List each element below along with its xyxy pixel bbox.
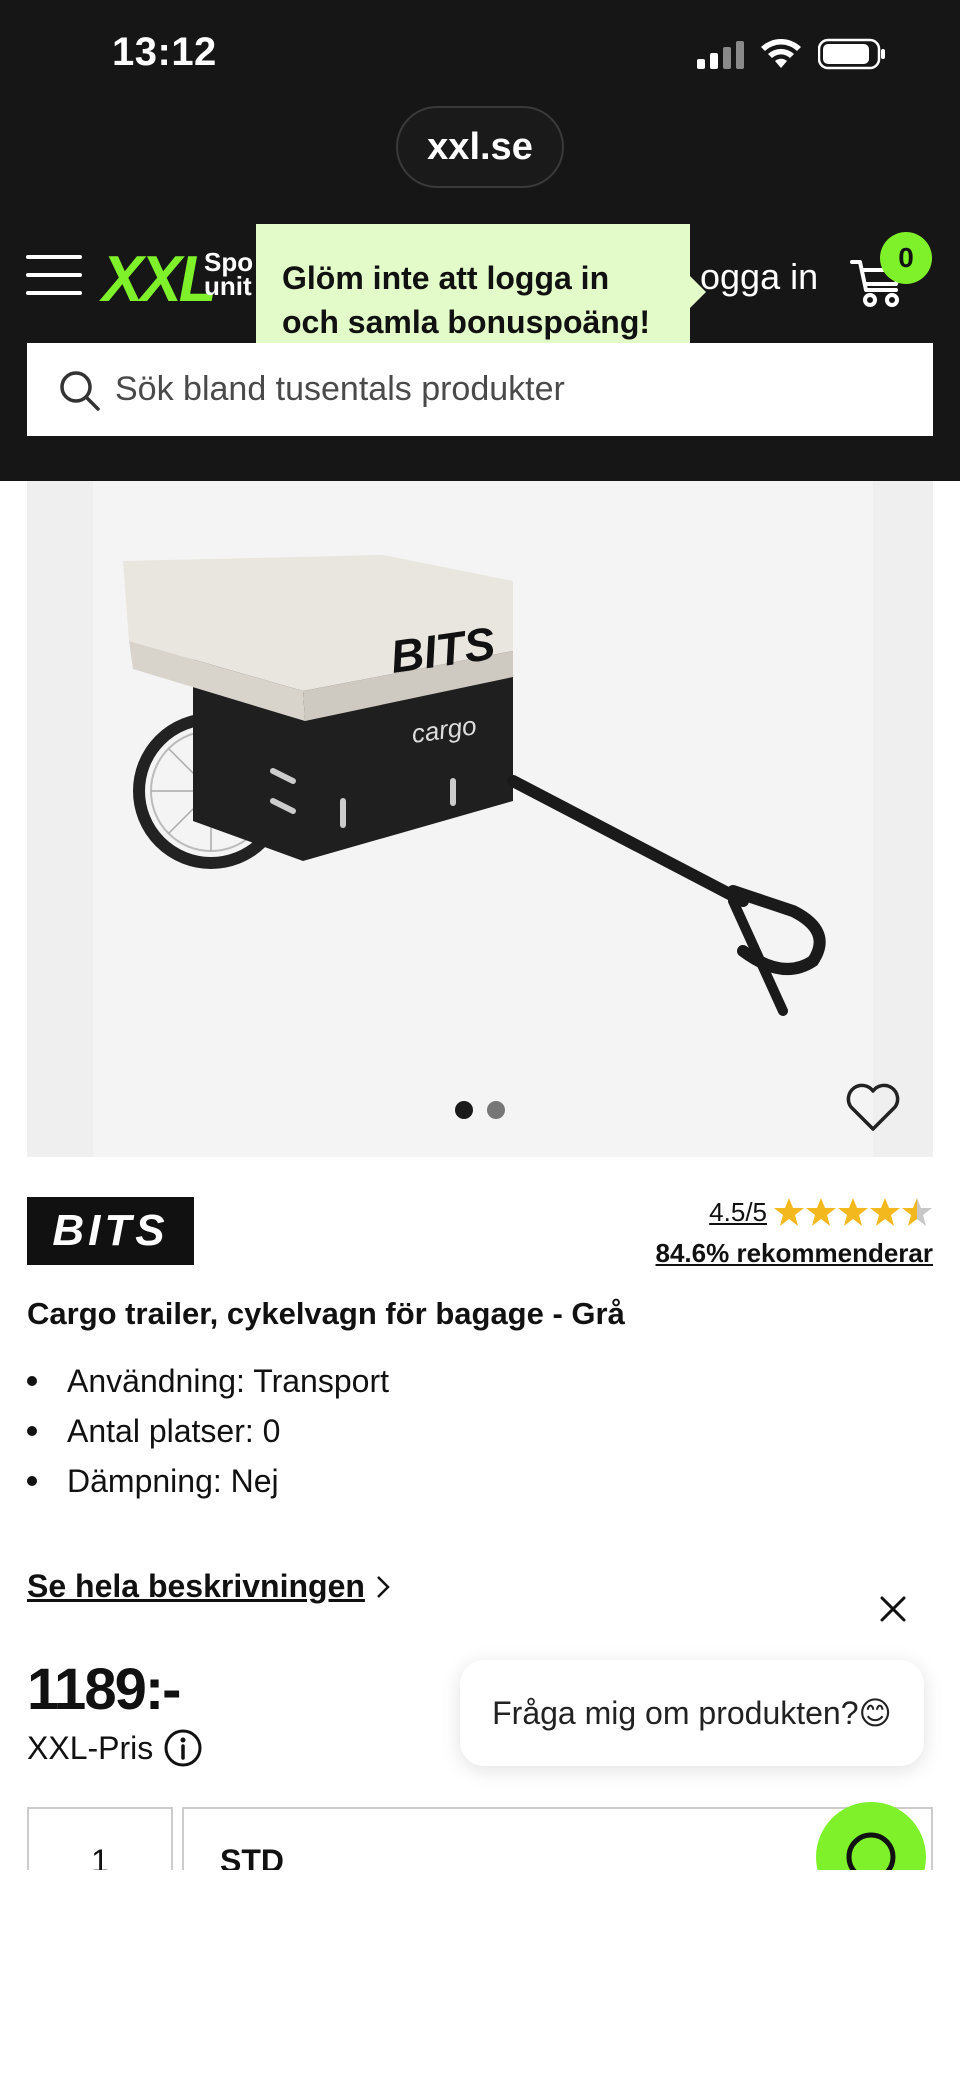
star-icons (774, 1198, 932, 1226)
search-icon (60, 370, 100, 411)
page-bottom-blank (0, 1870, 960, 2077)
gallery-dot-2[interactable] (487, 1101, 505, 1119)
search-input[interactable] (115, 370, 895, 409)
xxl-logo[interactable]: XXL (102, 242, 217, 317)
logo-tagline: Spo unit (204, 249, 253, 301)
product-title: Cargo trailer, cykelvagn för bagage - Gr… (27, 1296, 625, 1331)
full-description-label[interactable]: Se hela beskrivningen (27, 1568, 365, 1605)
battery-icon (818, 38, 888, 70)
cart-count-badge[interactable]: 0 (880, 232, 932, 284)
close-icon[interactable] (876, 1592, 910, 1626)
product-image[interactable]: BITS cargo (93, 481, 873, 1157)
signal-icon (697, 39, 744, 69)
info-icon[interactable] (163, 1728, 203, 1768)
full-description-link[interactable]: Se hela beskrivningen (27, 1568, 391, 1605)
rating-stars (773, 1196, 933, 1228)
brand-logo[interactable]: BITS (27, 1197, 194, 1265)
status-icons (697, 38, 888, 70)
logo-tagline-line2: unit (204, 271, 252, 301)
wifi-icon (760, 38, 802, 70)
chat-prompt-bubble[interactable]: Fråga mig om produkten?😊 (460, 1660, 924, 1766)
feature-item: Användning: Transport (27, 1356, 389, 1406)
chevron-right-icon (377, 1575, 390, 1598)
product-features: Användning: Transport Antal platser: 0 D… (27, 1356, 389, 1506)
product-rating[interactable]: 4.5/5 84.6% rekommenderar (656, 1196, 933, 1269)
status-time: 13:12 (112, 30, 217, 74)
product-gallery[interactable]: BITS cargo (27, 481, 933, 1157)
url-bar[interactable]: xxl.se (396, 106, 564, 188)
feature-item: Dämpning: Nej (27, 1456, 389, 1506)
login-link[interactable]: ogga in (700, 256, 818, 298)
favorite-heart-icon[interactable] (845, 1081, 901, 1133)
feature-item: Antal platser: 0 (27, 1406, 389, 1456)
recommend-percentage[interactable]: 84.6% rekommenderar (656, 1238, 933, 1269)
hamburger-menu-icon[interactable] (26, 255, 82, 295)
price-label-text: XXL-Pris (27, 1729, 154, 1766)
top-header: 13:12 xxl.se XXL Spo unit ogga in 0 Glöm… (0, 0, 960, 481)
gallery-dot-1[interactable] (455, 1101, 473, 1119)
search-bar[interactable] (27, 343, 933, 436)
product-price: 1189:- (27, 1657, 181, 1722)
gallery-pagination[interactable] (455, 1101, 505, 1119)
rating-score[interactable]: 4.5/5 (709, 1197, 767, 1228)
cargo-trailer-image: BITS cargo (123, 555, 826, 1016)
price-label: XXL-Pris (27, 1728, 203, 1768)
